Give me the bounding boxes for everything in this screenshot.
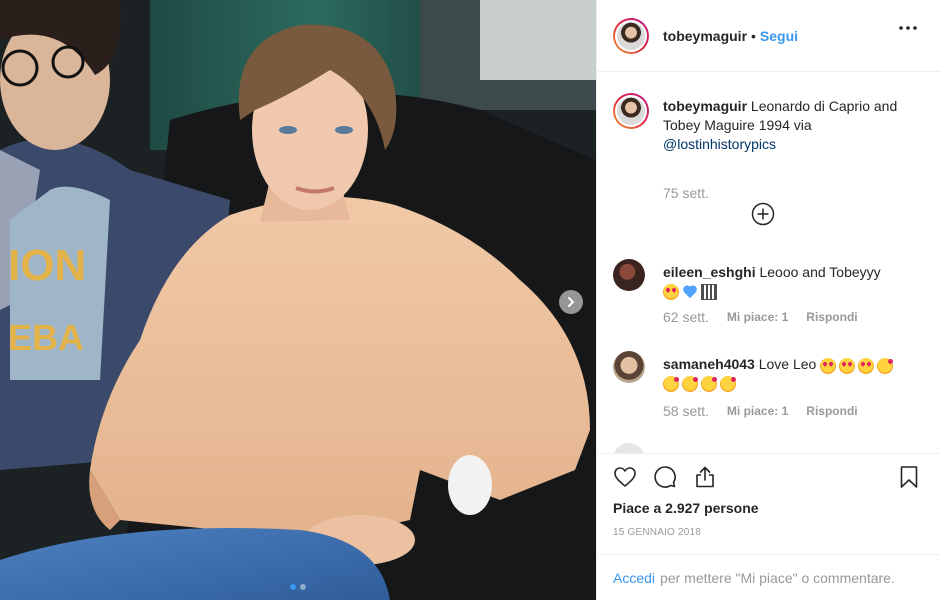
commenter-avatar[interactable] xyxy=(613,443,645,453)
reply-button[interactable]: Rispondi xyxy=(806,310,857,324)
comment-time[interactable]: 62 sett. xyxy=(663,309,709,325)
carousel-dot-1 xyxy=(290,584,296,590)
kiss-emoji xyxy=(877,358,894,375)
photo-image: ION EBA xyxy=(0,0,596,600)
kiss-emoji xyxy=(720,376,736,393)
more-horizontal-icon[interactable] xyxy=(899,26,917,30)
comment-likes[interactable]: Mi piace: 1 xyxy=(727,404,788,418)
commenter-username[interactable]: eileen_eshghi xyxy=(663,264,756,280)
plus-circle-icon[interactable] xyxy=(751,202,775,226)
comment-emojis xyxy=(663,374,923,393)
comment-meta: 62 sett. Mi piace: 1 Rispondi xyxy=(663,309,858,325)
heart-eyes-emoji xyxy=(663,284,679,300)
comment-likes[interactable]: Mi piace: 1 xyxy=(727,310,788,324)
svg-text:ION: ION xyxy=(8,241,86,290)
login-prompt-text: per mettere "Mi piace" o commentare. xyxy=(660,569,895,586)
kiss-emoji xyxy=(663,376,679,393)
comment-emojis xyxy=(663,282,923,300)
kiss-emoji xyxy=(701,376,717,393)
comment-meta: 58 sett. Mi piace: 1 Rispondi xyxy=(663,403,858,419)
comment-body: samaneh4043 Love Leo xyxy=(663,355,923,393)
svg-text:EBA: EBA xyxy=(8,317,84,358)
author-avatar[interactable] xyxy=(613,17,649,54)
likes-count[interactable]: Piace a 2.927 persone xyxy=(613,500,759,516)
comment-text: Love Leo xyxy=(758,356,817,372)
carousel-dots xyxy=(0,584,596,590)
comment-text: Leooo and Tobeyyy xyxy=(759,264,881,280)
header-separator: • xyxy=(751,27,756,44)
post-header: tobeymaguir • Segui xyxy=(597,0,940,72)
reply-button[interactable]: Rispondi xyxy=(806,404,857,418)
caption-mention-link[interactable]: @lostinhistorypics xyxy=(663,136,776,152)
comment-body: eileen_eshghi Leooo and Tobeyyy xyxy=(663,263,923,300)
carousel-next-button[interactable] xyxy=(559,290,583,314)
share-icon[interactable] xyxy=(693,465,717,489)
comment-time[interactable]: 58 sett. xyxy=(663,403,709,419)
heart-eyes-emoji xyxy=(820,358,837,375)
caption-avatar[interactable] xyxy=(613,93,649,129)
comments-scroll-area[interactable]: tobeymaguir Leonardo di Caprio and Tobey… xyxy=(597,73,940,453)
author-username[interactable]: tobeymaguir xyxy=(663,28,747,44)
commenter-avatar[interactable] xyxy=(613,351,645,383)
heart-eyes-emoji xyxy=(839,358,856,375)
login-link[interactable]: Accedi xyxy=(613,570,655,586)
heart-outline-icon[interactable] xyxy=(613,465,637,489)
kiss-emoji xyxy=(682,376,698,393)
follow-button[interactable]: Segui xyxy=(760,28,798,44)
caption-text: tobeymaguir Leonardo di Caprio and Tobey… xyxy=(663,97,903,154)
commenter-username[interactable]: samaneh4043 xyxy=(663,356,755,372)
blue-heart-emoji xyxy=(682,284,698,300)
carousel-dot-2 xyxy=(300,584,306,590)
comment-bubble-icon[interactable] xyxy=(653,465,677,489)
caption-username[interactable]: tobeymaguir xyxy=(663,98,747,114)
commenter-avatar[interactable] xyxy=(613,259,645,291)
chevron-right-icon xyxy=(568,297,575,307)
post-photo[interactable]: ION EBA xyxy=(0,0,596,600)
post-side-panel: tobeymaguir • Segui tobeymaguir Leonardo… xyxy=(596,0,940,600)
login-prompt: Accedi per mettere "Mi piace" o commenta… xyxy=(597,554,940,600)
qr-emoji xyxy=(701,284,717,300)
caption-time[interactable]: 75 sett. xyxy=(663,185,709,201)
post-date: 15 GENNAIO 2018 xyxy=(613,527,702,538)
post-actions: Piace a 2.927 persone 15 GENNAIO 2018 xyxy=(597,453,940,553)
bookmark-icon[interactable] xyxy=(897,465,921,489)
heart-eyes-emoji xyxy=(858,358,875,375)
